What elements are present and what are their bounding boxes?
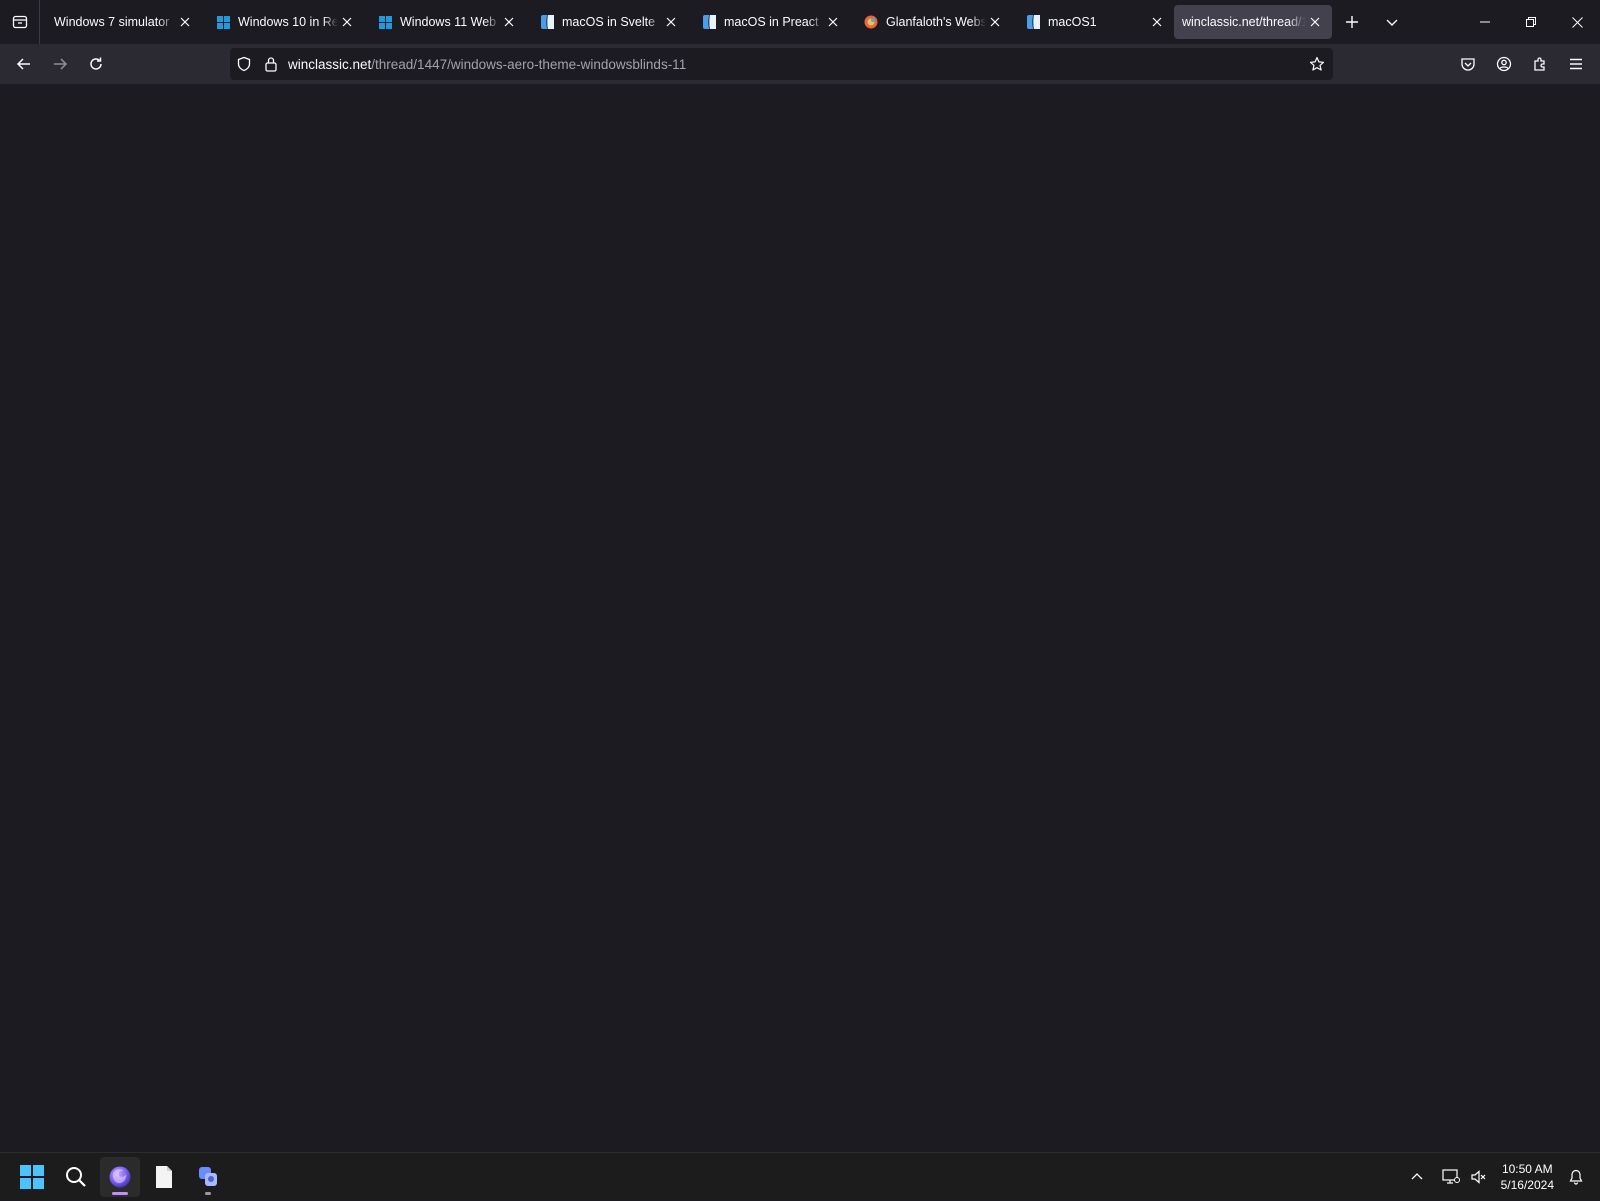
network-button[interactable] (1437, 1161, 1465, 1193)
arrow-right-icon (54, 58, 68, 70)
tab-title: Glanfaloth's Website (886, 15, 986, 29)
back-button[interactable] (6, 48, 42, 80)
arrow-left-icon (16, 58, 30, 70)
search-icon (66, 1167, 86, 1187)
window-controls (1462, 0, 1600, 44)
firefox-icon (109, 1166, 131, 1188)
volume-button[interactable] (1465, 1161, 1493, 1193)
bell-icon (1569, 1169, 1583, 1185)
pocket-button[interactable] (1450, 48, 1486, 80)
close-icon (1571, 16, 1583, 28)
tab-active[interactable]: winclassic.net/thread/1447 (1174, 5, 1332, 39)
tab[interactable]: Glanfaloth's Website (850, 5, 1012, 39)
volume-muted-icon (1471, 1170, 1486, 1184)
taskbar: 10:50 AM 5/16/2024 (0, 1152, 1600, 1200)
restore-button[interactable] (1508, 0, 1554, 44)
tab[interactable]: Windows 7 simulator (40, 5, 202, 39)
pocket-icon (1461, 58, 1475, 71)
minimize-button[interactable] (1462, 0, 1508, 44)
clock-date: 5/16/2024 (1500, 1178, 1554, 1192)
url-domain: winclassic.net (288, 56, 372, 72)
network-icon (1442, 1169, 1460, 1184)
close-icon[interactable] (824, 13, 842, 31)
lock-icon[interactable] (264, 56, 278, 72)
tab-title: Windows 11 Web (400, 15, 497, 29)
tab-title: macOS in Svelte (562, 15, 656, 29)
account-button[interactable] (1486, 48, 1522, 80)
tab-strip: Windows 7 simulator Windows 10 in React … (0, 0, 1600, 44)
tab[interactable]: Windows 10 in React (202, 5, 364, 39)
start-icon (20, 1165, 44, 1189)
app-menu-button[interactable] (1558, 48, 1594, 80)
file-icon (156, 1166, 172, 1188)
clock[interactable]: 10:50 AM 5/16/2024 (1493, 1161, 1562, 1193)
taskbar-firefox[interactable] (100, 1157, 140, 1197)
tab-title: Windows 10 in React (238, 15, 338, 29)
restore-icon (1526, 17, 1536, 27)
url-path: /thread/1447/windows-aero-theme-windowsb… (371, 56, 687, 72)
extensions-button[interactable] (1522, 48, 1558, 80)
taskbar-app[interactable] (188, 1157, 228, 1197)
forward-button[interactable] (42, 48, 78, 80)
reload-button[interactable] (78, 48, 114, 80)
reload-icon (90, 57, 102, 70)
close-icon[interactable] (1148, 13, 1166, 31)
bookmark-star-icon[interactable] (1309, 56, 1325, 72)
windows-logo-icon (216, 15, 230, 29)
app-icon (199, 1167, 217, 1186)
new-tab-button[interactable] (1332, 5, 1372, 39)
plus-icon (1346, 16, 1358, 28)
close-window-button[interactable] (1554, 0, 1600, 44)
finder-icon (1026, 15, 1040, 29)
url-text: winclassic.net/thread/1447/windows-aero-… (288, 57, 686, 72)
close-icon[interactable] (662, 13, 680, 31)
start-button[interactable] (12, 1157, 52, 1197)
tracking-protection-icon[interactable] (236, 56, 252, 72)
chevron-up-icon (1411, 1173, 1423, 1180)
tab[interactable]: macOS in Preact (688, 5, 850, 39)
account-icon (1496, 56, 1512, 72)
tab[interactable]: Windows 11 Web (364, 5, 526, 39)
puzzle-icon (1534, 57, 1545, 71)
site-icon (864, 15, 878, 29)
windows-logo-icon (378, 15, 392, 29)
tab-overview-button[interactable] (0, 0, 40, 44)
close-icon[interactable] (500, 13, 518, 31)
clock-time: 10:50 AM (1501, 1162, 1553, 1176)
tab-manager-icon (12, 15, 27, 29)
tab-title: winclassic.net/thread/1447 (1182, 15, 1306, 29)
finder-icon (540, 15, 554, 29)
minimize-icon (1480, 21, 1490, 23)
notifications-button[interactable] (1562, 1161, 1590, 1193)
tab[interactable]: macOS in Svelte (526, 5, 688, 39)
tab-title: macOS in Preact (724, 15, 819, 29)
close-icon[interactable] (176, 13, 194, 31)
close-icon[interactable] (986, 13, 1004, 31)
close-icon[interactable] (1306, 13, 1324, 31)
url-bar[interactable]: winclassic.net/thread/1447/windows-aero-… (230, 48, 1333, 80)
tab[interactable]: macOS1 (1012, 5, 1174, 39)
toolbar-right (1450, 44, 1600, 84)
list-all-tabs-button[interactable] (1372, 5, 1412, 39)
close-icon[interactable] (338, 13, 356, 31)
navigation-toolbar: winclassic.net/thread/1447/windows-aero-… (0, 44, 1600, 84)
running-app-indicator (205, 1192, 211, 1195)
page-content (0, 84, 1600, 1152)
hamburger-menu-icon (1570, 58, 1582, 70)
tab-title: Windows 7 simulator (54, 15, 170, 29)
system-tray: 10:50 AM 5/16/2024 (1403, 1153, 1600, 1201)
search-button[interactable] (56, 1157, 96, 1197)
show-hidden-icons-button[interactable] (1403, 1161, 1431, 1193)
taskbar-file[interactable] (144, 1157, 184, 1197)
active-app-indicator (112, 1192, 128, 1195)
tab-title: macOS1 (1048, 15, 1097, 29)
chevron-down-icon (1386, 19, 1398, 26)
finder-icon (702, 15, 716, 29)
